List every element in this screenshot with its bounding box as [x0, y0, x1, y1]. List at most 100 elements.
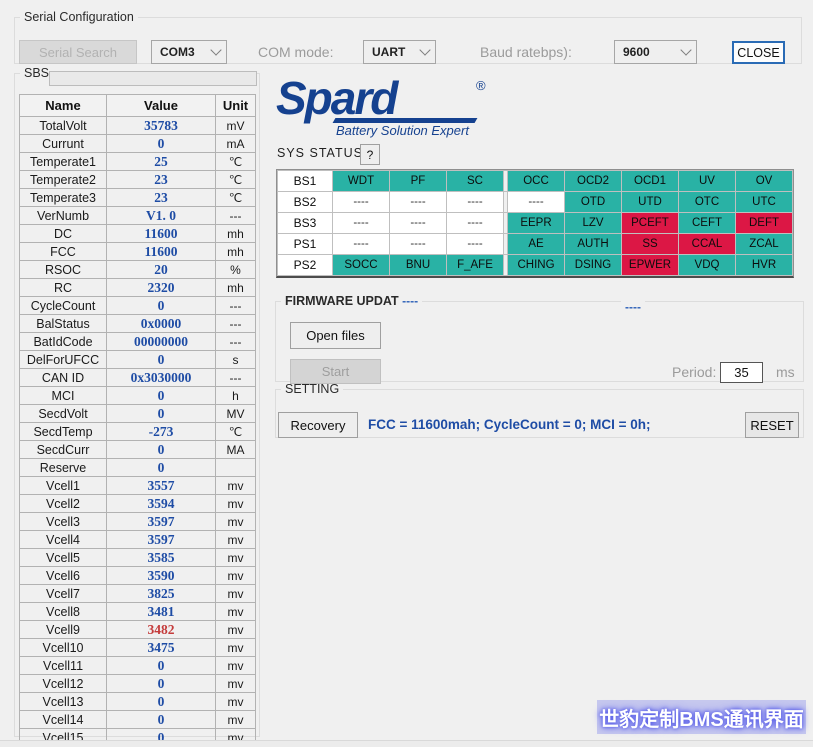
sbs-cell-name: DelForUFCC [20, 351, 107, 369]
sbs-cell-unit: mh [216, 279, 256, 297]
sbs-group: SBS Name Value Unit TotalVolt35783mVCurr… [14, 66, 260, 737]
setting-group: SETTING Recovery FCC = 11600mah; CycleCo… [275, 382, 804, 438]
status-flag: UV [679, 171, 735, 191]
table-row: Vcell73825mv [20, 585, 256, 603]
table-row: DC11600mh [20, 225, 256, 243]
sbs-cell-unit: h [216, 387, 256, 405]
status-row: BS2----------------OTDUTDOTCUTC [278, 192, 792, 212]
serial-config-title: Serial Configuration [20, 10, 138, 24]
watermark-text: 世豹定制BMS通讯界面 [597, 700, 806, 734]
recovery-button[interactable]: Recovery [278, 412, 358, 438]
table-row: Vcell93482mv [20, 621, 256, 639]
com-port-select[interactable]: COM3 [151, 40, 227, 64]
status-flag: PCEFT [622, 213, 678, 233]
sbs-cell-value: 23 [107, 189, 216, 207]
logo-wordmark: Spard [276, 76, 506, 120]
sbs-cell-name: BatIdCode [20, 333, 107, 351]
table-row: FCC11600mh [20, 243, 256, 261]
reset-button[interactable]: RESET [745, 412, 799, 438]
sbs-cell-name: Reserve [20, 459, 107, 477]
table-row: Vcell13557mv [20, 477, 256, 495]
com-mode-value: UART [372, 45, 405, 59]
sbs-cell-unit: mv [216, 675, 256, 693]
firmware-status-dashes: ---- [402, 294, 418, 308]
sbs-col-value: Value [107, 95, 216, 117]
sbs-cell-value: 3597 [107, 531, 216, 549]
sbs-cell-value: 3481 [107, 603, 216, 621]
sbs-cell-value: 3825 [107, 585, 216, 603]
status-grid-spacer [504, 255, 507, 275]
sbs-cell-value: 0 [107, 459, 216, 477]
sbs-cell-name: Vcell13 [20, 693, 107, 711]
status-row-label: BS2 [278, 192, 332, 212]
sbs-cell-name: SecdVolt [20, 405, 107, 423]
sbs-cell-unit: % [216, 261, 256, 279]
sbs-col-unit: Unit [216, 95, 256, 117]
sbs-cell-unit: mv [216, 639, 256, 657]
sbs-cell-value: 0x0000 [107, 315, 216, 333]
status-row: PS2SOCCBNUF_AFECHINGDSINGEPWERVDQHVR [278, 255, 792, 275]
period-input[interactable] [720, 362, 763, 383]
status-flag: BNU [390, 255, 446, 275]
sbs-cell-value: 25 [107, 153, 216, 171]
status-flag: ---- [508, 192, 564, 212]
sbs-cell-unit: mv [216, 531, 256, 549]
baud-rate-select[interactable]: 9600 [614, 40, 697, 64]
sbs-cell-value: 0 [107, 351, 216, 369]
start-button[interactable]: Start [290, 359, 381, 384]
serial-config-group: Serial Configuration Serial Search COM3 … [14, 10, 802, 64]
firmware-status-dashes-2: ---- [621, 300, 645, 314]
table-row: Vcell130mv [20, 693, 256, 711]
chevron-down-icon [680, 44, 691, 55]
status-flag: EPWER [622, 255, 678, 275]
table-row: TotalVolt35783mV [20, 117, 256, 135]
sbs-cell-unit: ℃ [216, 153, 256, 171]
sbs-cell-name: SecdTemp [20, 423, 107, 441]
sbs-progress-bar [49, 71, 257, 86]
sbs-cell-unit: MV [216, 405, 256, 423]
status-flag: ---- [333, 213, 389, 233]
sbs-cell-name: Vcell9 [20, 621, 107, 639]
status-flag: CHING [508, 255, 564, 275]
sbs-cell-name: RC [20, 279, 107, 297]
sbs-cell-unit: mv [216, 657, 256, 675]
sbs-cell-value: 0 [107, 297, 216, 315]
serial-search-button[interactable]: Serial Search [19, 40, 137, 64]
status-flag: CEFT [679, 213, 735, 233]
status-flag: OCC [508, 171, 564, 191]
sbs-cell-name: Vcell11 [20, 657, 107, 675]
sbs-cell-unit: --- [216, 315, 256, 333]
table-row: BalStatus0x0000--- [20, 315, 256, 333]
table-row: Vcell103475mv [20, 639, 256, 657]
status-flag: ---- [390, 213, 446, 233]
table-row: SecdTemp-273℃ [20, 423, 256, 441]
status-flag: UTD [622, 192, 678, 212]
table-row: Temperate223℃ [20, 171, 256, 189]
com-port-value: COM3 [160, 45, 195, 59]
chevron-down-icon [210, 44, 221, 55]
table-row: Vcell23594mv [20, 495, 256, 513]
close-button[interactable]: CLOSE [732, 41, 785, 64]
status-row-label: BS1 [278, 171, 332, 191]
table-row: Temperate125℃ [20, 153, 256, 171]
status-flag: ---- [390, 192, 446, 212]
sbs-cell-name: TotalVolt [20, 117, 107, 135]
sbs-cell-unit: mv [216, 711, 256, 729]
com-mode-select[interactable]: UART [363, 40, 436, 64]
status-flag: PF [390, 171, 446, 191]
status-row-label: BS3 [278, 213, 332, 233]
baud-rate-value: 9600 [623, 45, 650, 59]
status-flag: ---- [333, 192, 389, 212]
sbs-cell-unit: mv [216, 693, 256, 711]
sbs-cell-name: Vcell2 [20, 495, 107, 513]
sbs-cell-unit: ℃ [216, 189, 256, 207]
help-button[interactable]: ? [360, 144, 380, 165]
status-flag: OTC [679, 192, 735, 212]
status-row: PS1------------AEAUTHSSCCALZCAL [278, 234, 792, 254]
sbs-cell-value: 11600 [107, 225, 216, 243]
table-row: MCI0h [20, 387, 256, 405]
open-files-button[interactable]: Open files [290, 322, 381, 349]
status-flag: SOCC [333, 255, 389, 275]
table-row: DelForUFCC0s [20, 351, 256, 369]
sbs-cell-name: VerNumb [20, 207, 107, 225]
